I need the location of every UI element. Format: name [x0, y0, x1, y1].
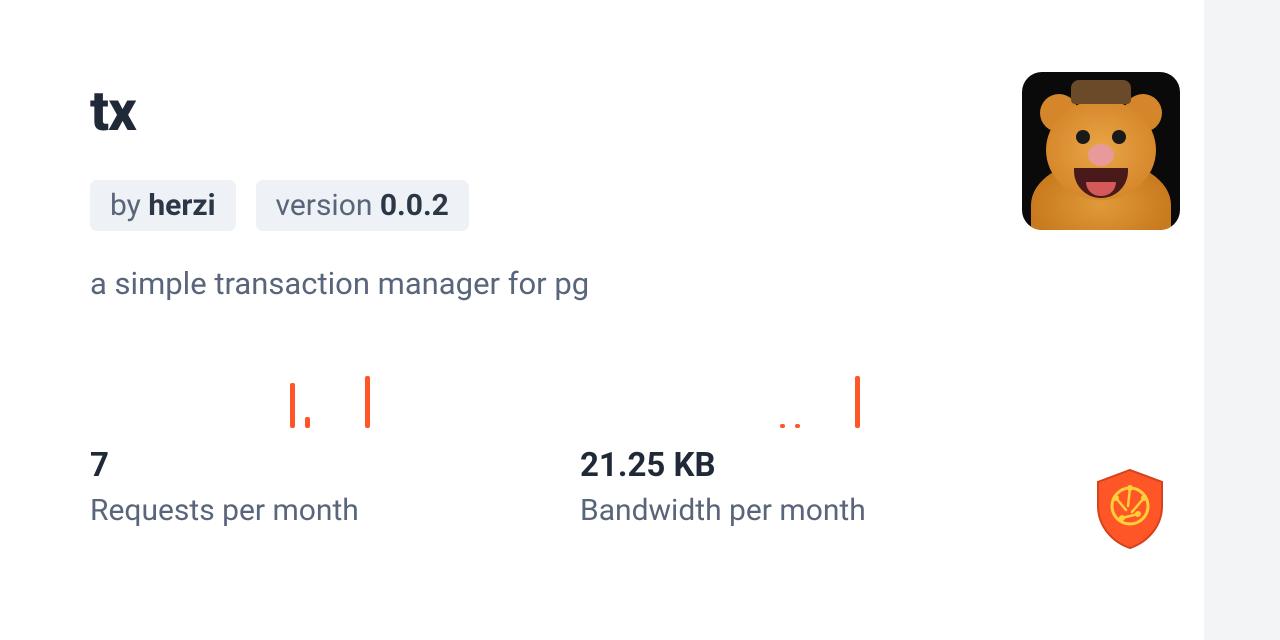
bandwidth-stat: 21.25 KB Bandwidth per month — [580, 372, 1070, 528]
author-avatar[interactable] — [1022, 72, 1180, 230]
author-prefix: by — [110, 188, 148, 223]
requests-value: 7 — [90, 446, 580, 485]
requests-sparkline — [90, 372, 580, 428]
package-card: tx by herzi version 0.0.2 a simple trans… — [0, 0, 1204, 640]
bandwidth-value: 21.25 KB — [580, 446, 1070, 485]
version-badge[interactable]: version 0.0.2 — [256, 180, 469, 231]
spark-bar — [305, 417, 310, 428]
spark-bar — [795, 424, 800, 428]
requests-stat: 7 Requests per month — [90, 372, 580, 528]
avatar-image — [1022, 72, 1180, 230]
badge-row: by herzi version 0.0.2 — [90, 180, 1114, 231]
bandwidth-label: Bandwidth per month — [580, 493, 1070, 528]
version-prefix: version — [276, 188, 380, 223]
bandwidth-sparkline — [580, 372, 1070, 428]
spark-bar — [780, 424, 785, 428]
stats-row: 7 Requests per month 21.25 KB Bandwidth … — [90, 372, 1114, 528]
version-number: 0.0.2 — [380, 188, 449, 223]
package-description: a simple transaction manager for pg — [90, 265, 1114, 302]
spark-bar — [365, 376, 370, 428]
spark-bar — [855, 376, 860, 428]
author-badge[interactable]: by herzi — [90, 180, 236, 231]
requests-label: Requests per month — [90, 493, 580, 528]
author-name: herzi — [148, 188, 215, 223]
package-name: tx — [90, 78, 1114, 144]
shield-icon — [1094, 468, 1166, 550]
spark-bar — [290, 383, 295, 428]
